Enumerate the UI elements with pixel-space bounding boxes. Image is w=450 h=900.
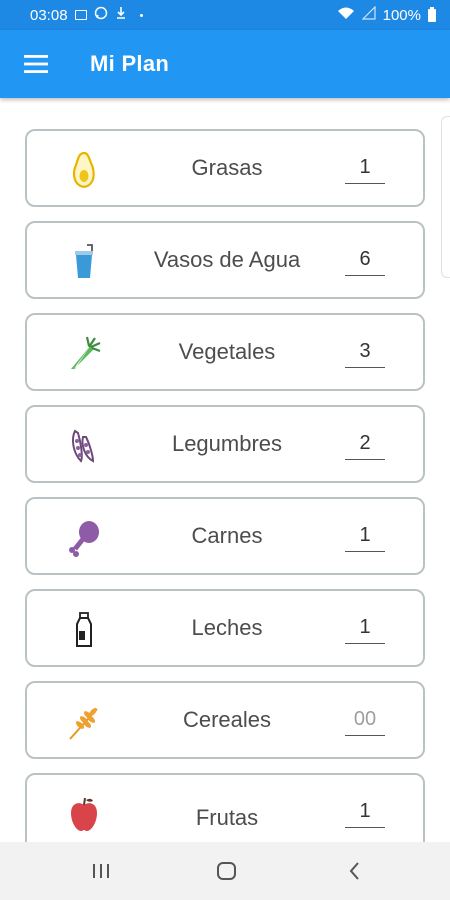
item-quantity-input[interactable]: 1 xyxy=(345,613,385,644)
battery-percent: 100% xyxy=(382,6,421,24)
item-label: Cereales xyxy=(182,706,272,732)
page-title: Mi Plan xyxy=(90,51,170,76)
wheat-icon xyxy=(69,707,98,740)
status-right: 100% xyxy=(337,5,436,24)
item-label: Vasos de Agua xyxy=(153,246,301,272)
water-glass-icon xyxy=(75,244,93,278)
plan-item-frutas[interactable]: Frutas 1 xyxy=(25,773,425,842)
gallery-notification-icon xyxy=(74,10,87,20)
wifi-icon xyxy=(337,6,355,24)
menu-button[interactable] xyxy=(0,30,90,98)
plan-item-cereales[interactable]: Cereales 00 xyxy=(25,681,425,759)
status-time: 03:08 xyxy=(30,6,68,24)
item-quantity-input[interactable]: 00 xyxy=(345,705,385,736)
item-label: Grasas xyxy=(191,154,263,180)
more-notifications-icon xyxy=(139,13,143,17)
battery-icon xyxy=(428,6,436,22)
status-left: 03:08 xyxy=(30,6,143,24)
home-icon[interactable] xyxy=(212,856,242,886)
plan-item-legumbres[interactable]: Legumbres 2 xyxy=(25,405,425,483)
plan-item-grasas[interactable]: Grasas 1 xyxy=(25,129,425,207)
whatsapp-notification-icon xyxy=(94,6,108,24)
plan-item-vasos-de-agua[interactable]: Vasos de Agua 6 xyxy=(25,221,425,299)
plan-list[interactable]: Grasas 1 Vasos de Agua 6 Vegetales 3 Leg… xyxy=(0,98,450,842)
plan-item-carnes[interactable]: Carnes 1 xyxy=(25,497,425,575)
item-quantity-input[interactable]: 6 xyxy=(345,245,385,276)
app-bar: Mi Plan xyxy=(0,30,450,98)
system-nav-bar xyxy=(0,842,450,900)
item-quantity-input[interactable]: 3 xyxy=(345,337,385,368)
item-quantity-input[interactable]: 1 xyxy=(345,521,385,552)
app-notification-icon xyxy=(115,6,127,24)
milk-bottle-icon xyxy=(76,612,92,647)
plan-item-vegetales[interactable]: Vegetales 3 xyxy=(25,313,425,391)
avocado-icon xyxy=(72,151,95,188)
recent-apps-icon[interactable] xyxy=(86,856,116,886)
apple-icon xyxy=(71,797,97,831)
carrot-icon xyxy=(71,336,101,370)
item-quantity-input[interactable]: 1 xyxy=(345,153,385,184)
item-label: Frutas xyxy=(195,804,259,830)
status-bar: 03:08 100% xyxy=(0,0,450,30)
signal-icon xyxy=(361,5,376,24)
item-label: Legumbres xyxy=(171,430,283,456)
hamburger-menu-icon xyxy=(24,55,48,73)
peapod-icon xyxy=(72,429,95,463)
item-quantity-input[interactable]: 1 xyxy=(345,797,385,828)
back-icon[interactable] xyxy=(340,856,370,886)
item-label: Carnes xyxy=(191,522,263,548)
item-label: Leches xyxy=(191,614,263,640)
item-label: Vegetales xyxy=(178,338,276,364)
drumstick-icon xyxy=(69,521,99,557)
plan-item-leches[interactable]: Leches 1 xyxy=(25,589,425,667)
item-quantity-input[interactable]: 2 xyxy=(345,429,385,460)
side-panel-edge[interactable] xyxy=(441,116,450,278)
